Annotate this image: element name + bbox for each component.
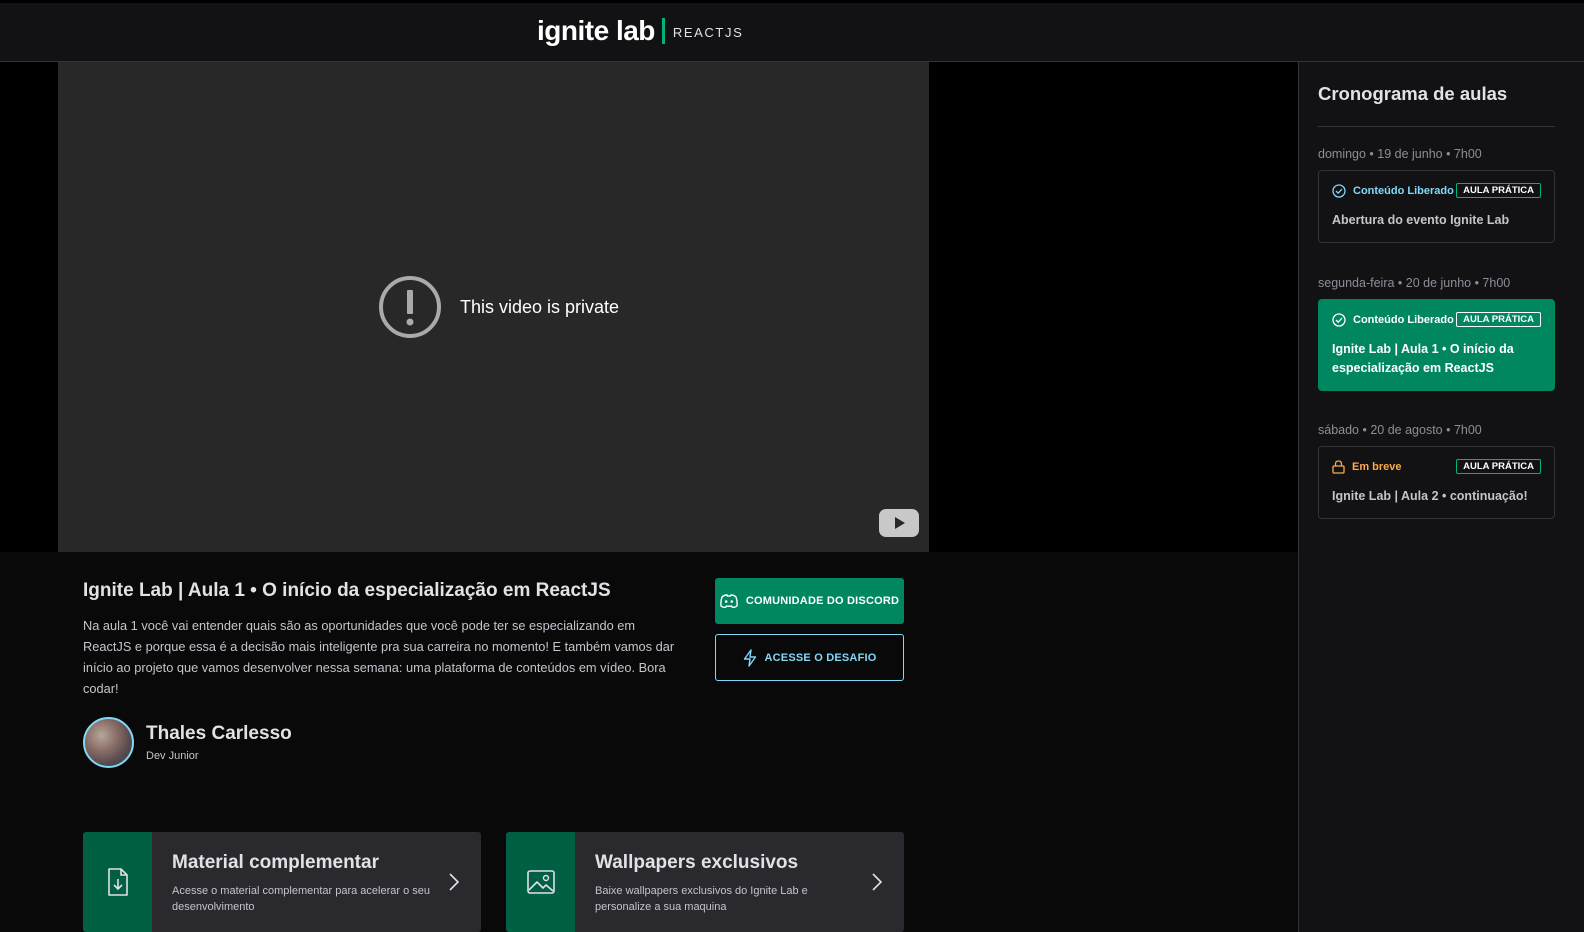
wallpapers-card-title: Wallpapers exclusivos xyxy=(595,852,799,873)
lesson-date: sábado • 20 de agosto • 7h00 xyxy=(1318,423,1482,437)
lesson-status: Conteúdo Liberado xyxy=(1332,183,1454,198)
teacher-role: Dev Junior xyxy=(146,750,199,762)
video-player[interactable]: This video is private xyxy=(58,62,929,552)
lesson-details: Ignite Lab | Aula 1 • O início da especi… xyxy=(0,552,1298,932)
lesson-item: segunda-feira • 20 de junho • 7h00 Conte… xyxy=(1318,276,1555,391)
private-message: This video is private xyxy=(460,296,620,317)
lesson-type-badge: AULA PRÁTICA xyxy=(1456,183,1541,198)
challenge-button-label: ACESSE O DESAFIO xyxy=(764,651,877,664)
lesson-name: Ignite Lab | Aula 2 • continuação! xyxy=(1332,489,1528,503)
lesson-type-badge: AULA PRÁTICA xyxy=(1456,312,1541,327)
youtube-icon[interactable] xyxy=(879,509,919,537)
logo[interactable]: ignite lab REACTJS xyxy=(537,15,743,47)
lock-icon xyxy=(1332,459,1345,474)
app-header: ignite lab REACTJS xyxy=(0,0,1584,62)
private-notice: This video is private xyxy=(378,275,619,339)
file-download-icon xyxy=(107,868,128,896)
material-card[interactable]: Material complementar Acesse o material … xyxy=(83,832,481,932)
sidebar-divider xyxy=(1318,126,1555,127)
lesson-status: Conteúdo Liberado xyxy=(1332,312,1454,327)
lesson-date: segunda-feira • 20 de junho • 7h00 xyxy=(1318,276,1511,290)
teacher-name: Thales Carlesso xyxy=(146,723,292,744)
check-circle-icon xyxy=(1332,183,1346,198)
image-icon xyxy=(526,870,555,894)
lightning-icon xyxy=(743,648,756,667)
teacher-info: Thales Carlesso Dev Junior xyxy=(83,717,292,768)
lesson-description: Na aula 1 você vai entender quais são as… xyxy=(83,618,675,696)
avatar xyxy=(83,717,134,768)
lesson-title: Ignite Lab | Aula 1 • O início da especi… xyxy=(83,580,611,601)
logo-text: ignite lab xyxy=(537,15,655,46)
lesson-item: sábado • 20 de agosto • 7h00 Em breve AU… xyxy=(1318,423,1555,519)
sidebar-title: Cronograma de aulas xyxy=(1318,83,1508,104)
wallpapers-card[interactable]: Wallpapers exclusivos Baixe wallpapers e… xyxy=(506,832,904,932)
logo-divider xyxy=(661,18,665,44)
lesson-name: Abertura do evento Ignite Lab xyxy=(1332,213,1510,227)
lesson-item: domingo • 19 de junho • 7h00 Conteúdo Li… xyxy=(1318,147,1555,243)
discord-button-label: COMUNIDADE DO DISCORD xyxy=(745,595,900,607)
lesson-type-badge: AULA PRÁTICA xyxy=(1456,459,1541,474)
chevron-right-icon xyxy=(872,873,882,891)
chevron-right-icon xyxy=(449,873,459,891)
check-circle-icon xyxy=(1332,312,1346,327)
lesson-name: Ignite Lab | Aula 1 • O início da especi… xyxy=(1332,342,1514,375)
lesson-status: Em breve xyxy=(1332,459,1402,474)
alert-circle-icon xyxy=(379,276,441,338)
discord-icon xyxy=(720,594,738,608)
material-card-text: Acesse o material complementar para acel… xyxy=(172,885,431,913)
discord-community-button[interactable]: COMUNIDADE DO DISCORD xyxy=(715,578,904,624)
logo-subtitle: REACTJS xyxy=(672,25,744,40)
lesson-date: domingo • 19 de junho • 7h00 xyxy=(1318,147,1482,161)
schedule-sidebar: Cronograma de aulas domingo • 19 de junh… xyxy=(1298,62,1584,932)
lesson-card[interactable]: Conteúdo Liberado AULA PRÁTICA Abertura … xyxy=(1318,170,1555,243)
challenge-button[interactable]: ACESSE O DESAFIO xyxy=(715,634,904,681)
lesson-card[interactable]: Em breve AULA PRÁTICA Ignite Lab | Aula … xyxy=(1318,446,1555,519)
material-card-title: Material complementar xyxy=(172,852,379,873)
lesson-card-active[interactable]: Conteúdo Liberado AULA PRÁTICA Ignite La… xyxy=(1318,299,1555,391)
video-area: This video is private xyxy=(0,62,1298,552)
wallpapers-card-text: Baixe wallpapers exclusivos do Ignite La… xyxy=(595,885,808,913)
